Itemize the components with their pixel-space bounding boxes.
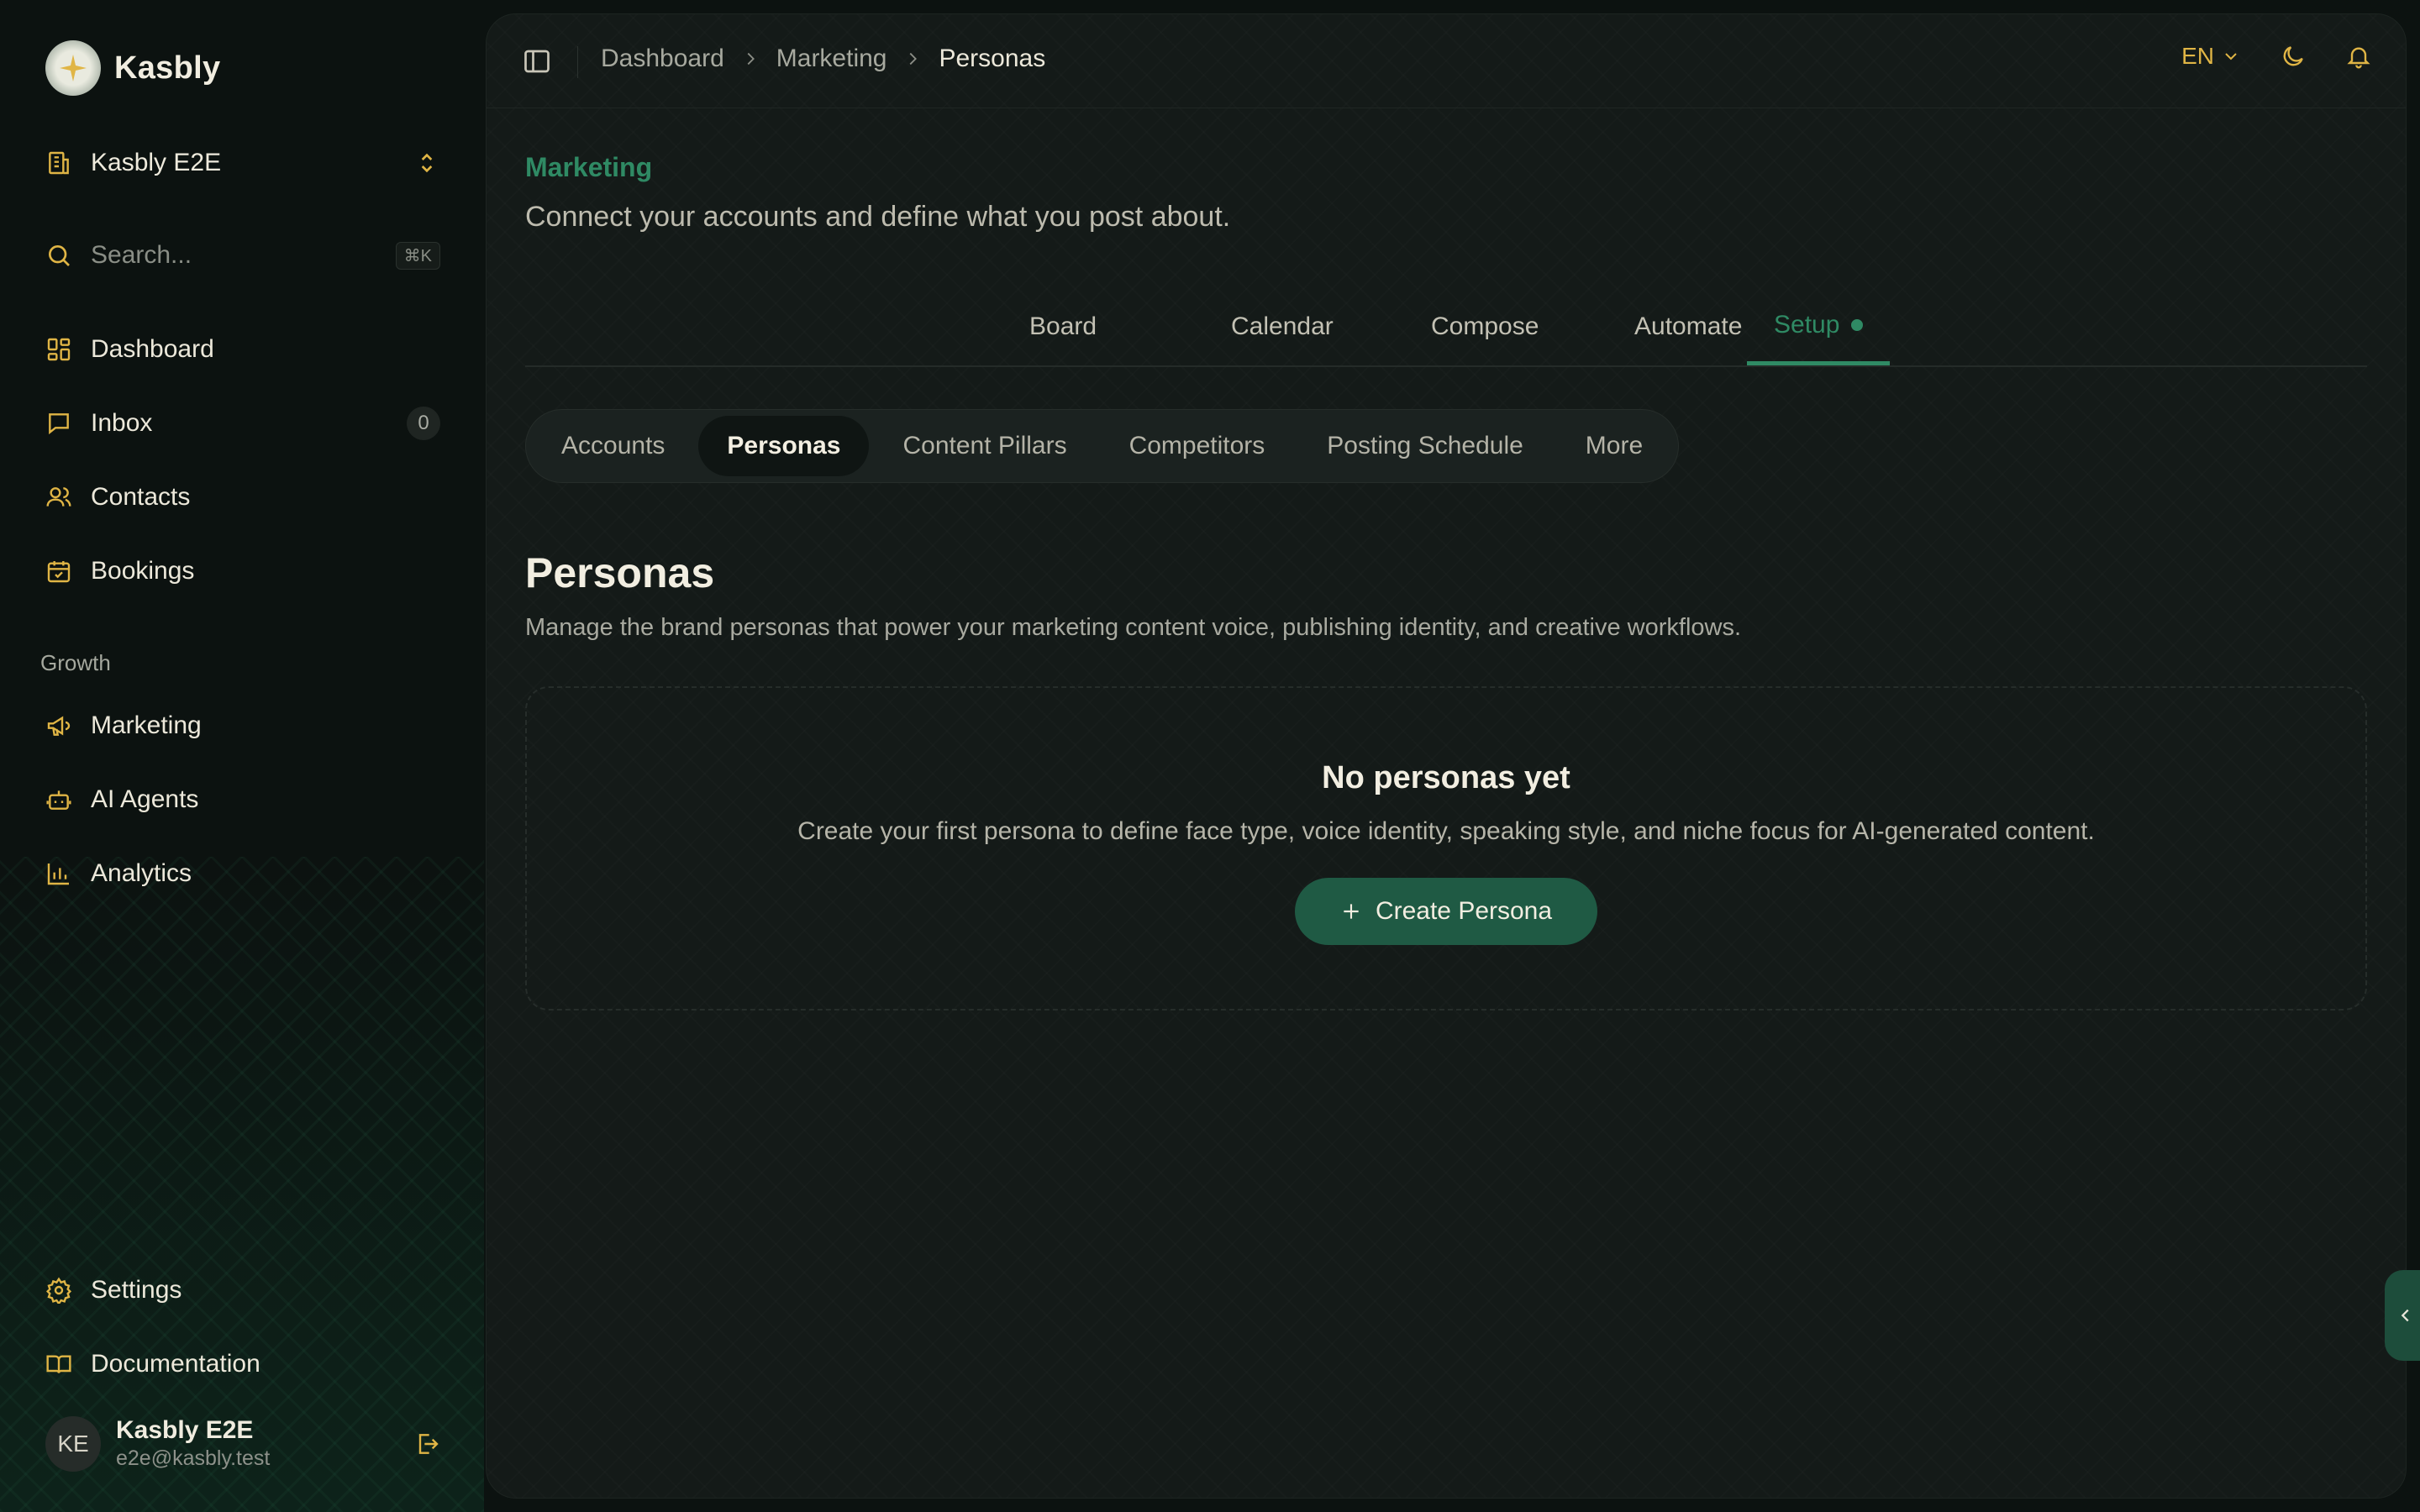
main-panel: Dashboard Marketing Personas EN Marketin… bbox=[486, 13, 2407, 1499]
avatar: KE bbox=[45, 1416, 101, 1472]
brand-name: Kasbly bbox=[114, 50, 221, 86]
workspace-switcher[interactable]: Kasbly E2E bbox=[45, 141, 440, 185]
sidebar-item-ai-agents[interactable]: AI Agents bbox=[45, 763, 440, 837]
subtab-accounts[interactable]: Accounts bbox=[533, 416, 693, 476]
search-input[interactable]: Search... ⌘K bbox=[45, 232, 440, 279]
user-email: e2e@kasbly.test bbox=[116, 1446, 271, 1470]
sidebar: Kasbly Kasbly E2E Search... ⌘K Dashboard… bbox=[0, 0, 484, 1512]
tab-label: Board bbox=[1029, 312, 1097, 340]
topbar-divider bbox=[577, 46, 578, 78]
sidebar-item-label: Bookings bbox=[91, 557, 195, 585]
sidebar-item-settings[interactable]: Settings bbox=[45, 1253, 440, 1327]
chevron-right-icon bbox=[903, 50, 922, 68]
sidebar-item-analytics[interactable]: Analytics bbox=[45, 837, 440, 911]
sidebar-item-label: Documentation bbox=[91, 1350, 260, 1378]
sidebar-item-label: Contacts bbox=[91, 483, 191, 511]
sidebar-item-label: Inbox bbox=[91, 409, 153, 437]
subtab-more[interactable]: More bbox=[1557, 416, 1671, 476]
tab-board[interactable]: Board bbox=[1002, 288, 1123, 365]
breadcrumb-marketing[interactable]: Marketing bbox=[776, 45, 887, 73]
logout-icon[interactable] bbox=[413, 1431, 440, 1457]
sidebar-main-nav: Dashboard Inbox 0 Contacts Bookings bbox=[45, 312, 440, 608]
brand-logo-icon bbox=[45, 40, 101, 96]
module-tabs: Board Calendar Compose Automate Setup bbox=[525, 288, 2367, 367]
sidebar-item-label: Settings bbox=[91, 1276, 182, 1304]
language-select[interactable]: EN bbox=[2181, 43, 2241, 70]
brand[interactable]: Kasbly bbox=[45, 40, 220, 96]
search-placeholder: Search... bbox=[91, 241, 192, 269]
inbox-icon bbox=[45, 410, 72, 437]
sidebar-item-bookings[interactable]: Bookings bbox=[45, 534, 440, 608]
sidebar-item-documentation[interactable]: Documentation bbox=[45, 1327, 440, 1401]
chevron-down-icon bbox=[2221, 46, 2241, 66]
sidebar-item-label: Analytics bbox=[91, 859, 192, 887]
workspace-name: Kasbly E2E bbox=[91, 149, 222, 176]
sidebar-section-growth: Growth bbox=[40, 650, 111, 675]
sidebar-item-contacts[interactable]: Contacts bbox=[45, 460, 440, 534]
sidebar-item-label: AI Agents bbox=[91, 785, 199, 813]
breadcrumb: Dashboard Marketing Personas bbox=[601, 45, 1045, 73]
empty-state-title: No personas yet bbox=[1322, 760, 1570, 795]
breadcrumb-dashboard[interactable]: Dashboard bbox=[601, 45, 724, 73]
user-name: Kasbly E2E bbox=[116, 1416, 254, 1444]
subtab-content-pillars[interactable]: Content Pillars bbox=[874, 416, 1095, 476]
contacts-icon bbox=[45, 484, 72, 511]
sidebar-item-marketing[interactable]: Marketing bbox=[45, 689, 440, 763]
sidebar-item-inbox[interactable]: Inbox 0 bbox=[45, 386, 440, 460]
megaphone-icon bbox=[45, 712, 72, 739]
tab-label: Automate bbox=[1634, 312, 1743, 340]
empty-state-description: Create your first persona to define face… bbox=[797, 817, 2095, 845]
sidebar-item-dashboard[interactable]: Dashboard bbox=[45, 312, 440, 386]
topbar: Dashboard Marketing Personas EN bbox=[487, 14, 2406, 108]
create-persona-button[interactable]: Create Persona bbox=[1295, 878, 1597, 945]
section-description: Manage the brand personas that power you… bbox=[525, 614, 1742, 641]
plus-icon bbox=[1340, 900, 1362, 922]
subtab-competitors[interactable]: Competitors bbox=[1101, 416, 1294, 476]
sidebar-toggle-icon[interactable] bbox=[522, 46, 552, 81]
tab-compose[interactable]: Compose bbox=[1404, 288, 1565, 365]
user-profile[interactable]: KE Kasbly E2E e2e@kasbly.test bbox=[45, 1416, 440, 1472]
sidebar-item-label: Marketing bbox=[91, 711, 202, 739]
bell-icon[interactable] bbox=[2345, 43, 2372, 70]
tab-automate[interactable]: Automate bbox=[1607, 288, 1769, 365]
book-icon bbox=[45, 1351, 72, 1378]
search-icon bbox=[45, 242, 72, 269]
setup-subtabs: Accounts Personas Content Pillars Compet… bbox=[525, 409, 1680, 483]
moon-icon[interactable] bbox=[2280, 43, 2307, 70]
section-title: Personas bbox=[525, 549, 715, 596]
sidebar-bottom-nav: Settings Documentation bbox=[45, 1253, 440, 1401]
calendar-check-icon bbox=[45, 558, 72, 585]
tab-label: Compose bbox=[1431, 312, 1539, 340]
dashboard-icon bbox=[45, 336, 72, 363]
right-panel-toggle[interactable] bbox=[2385, 1270, 2420, 1361]
tab-label: Calendar bbox=[1231, 312, 1334, 340]
gear-icon bbox=[45, 1277, 72, 1304]
bot-icon bbox=[45, 786, 72, 813]
chevron-right-icon bbox=[741, 50, 760, 68]
app-root: Kasbly Kasbly E2E Search... ⌘K Dashboard… bbox=[0, 0, 2420, 1512]
tab-label: Setup bbox=[1774, 310, 1840, 339]
user-meta: Kasbly E2E e2e@kasbly.test bbox=[116, 1416, 398, 1472]
search-shortcut: ⌘K bbox=[395, 241, 440, 270]
tab-indicator-dot bbox=[1851, 318, 1864, 331]
chevron-left-icon bbox=[2396, 1306, 2415, 1325]
building-icon bbox=[45, 150, 72, 176]
sidebar-growth-nav: Marketing AI Agents Analytics bbox=[45, 689, 440, 911]
tab-setup[interactable]: Setup bbox=[1747, 288, 1891, 365]
chevrons-up-down-icon bbox=[413, 150, 440, 176]
page-subtitle: Connect your accounts and define what yo… bbox=[525, 201, 1231, 233]
subtab-personas[interactable]: Personas bbox=[698, 416, 870, 476]
empty-state: No personas yet Create your first person… bbox=[525, 686, 2367, 1011]
bar-chart-icon bbox=[45, 860, 72, 887]
subtab-posting-schedule[interactable]: Posting Schedule bbox=[1298, 416, 1552, 476]
language-label: EN bbox=[2181, 43, 2214, 69]
page-eyebrow: Marketing bbox=[525, 152, 653, 182]
inbox-count-badge: 0 bbox=[407, 407, 440, 440]
tab-calendar[interactable]: Calendar bbox=[1204, 288, 1360, 365]
topbar-actions: EN bbox=[2181, 43, 2372, 70]
breadcrumb-current: Personas bbox=[939, 45, 1046, 72]
sidebar-item-label: Dashboard bbox=[91, 335, 214, 363]
create-persona-label: Create Persona bbox=[1375, 897, 1553, 925]
